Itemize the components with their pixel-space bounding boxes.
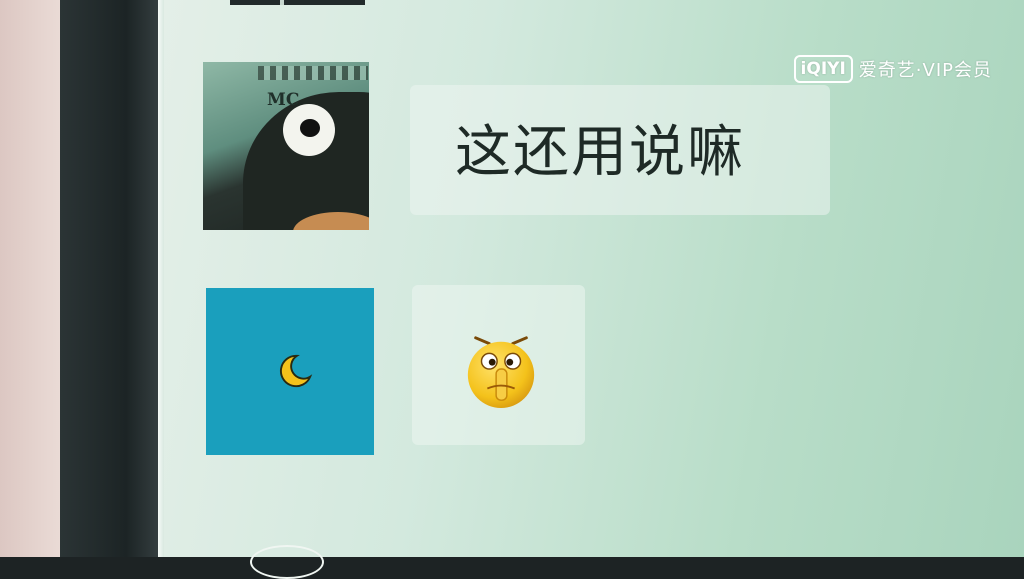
crescent-moon-icon <box>279 354 313 388</box>
previous-message-image <box>230 0 365 5</box>
iqiyi-watermark: iQIYI 爱奇艺·VIP会员 <box>793 55 992 83</box>
iqiyi-logo: iQIYI <box>793 55 853 83</box>
penguin-avatar-icon[interactable]: MC <box>203 62 369 230</box>
bottom-partial-element <box>250 545 324 579</box>
shush-emoji-icon <box>467 336 535 408</box>
avatar-background-sign <box>258 66 368 80</box>
crescent-moon-avatar-icon[interactable] <box>206 288 374 455</box>
watermark-label: 爱奇艺·VIP会员 <box>858 60 992 81</box>
phone-frame <box>60 0 170 557</box>
screen-edge <box>158 0 164 557</box>
message-text: 这还用说嘛 <box>455 120 745 185</box>
penguin-pupil <box>300 119 320 137</box>
